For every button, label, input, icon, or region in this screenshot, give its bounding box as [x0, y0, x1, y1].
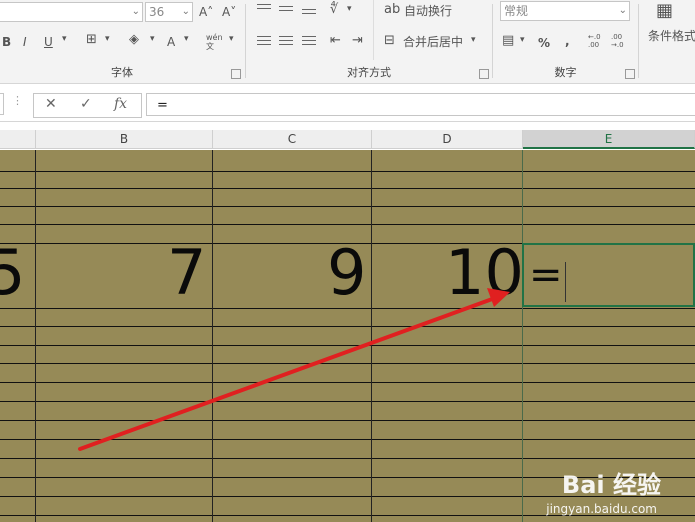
cell-a5-partial[interactable]: 5: [0, 242, 25, 304]
conditional-format-icon[interactable]: ▦: [656, 0, 673, 21]
row-gridline: [0, 458, 695, 459]
wrap-text-icon[interactable]: ab: [384, 2, 400, 17]
chevron-down-icon[interactable]: ▾: [347, 4, 352, 14]
chevron-down-icon[interactable]: ▾: [520, 35, 525, 45]
watermark-brand: Bai 经验: [561, 471, 661, 499]
fill-color-icon[interactable]: ◈: [129, 32, 139, 47]
row-gridline: [0, 326, 695, 327]
chevron-down-icon: ⌄: [181, 6, 190, 17]
font-size-dropdown[interactable]: 36 ⌄: [145, 2, 193, 22]
font-name-dropdown[interactable]: ⌄: [0, 2, 143, 22]
alignment-group-title: 对齐方式: [347, 66, 391, 79]
number-group-title: 数字: [554, 66, 577, 79]
chevron-down-icon[interactable]: ▾: [184, 34, 189, 44]
bold-button[interactable]: B: [2, 34, 11, 50]
align-right-icon[interactable]: [302, 36, 316, 48]
percent-button[interactable]: %: [538, 35, 550, 51]
column-header-a[interactable]: [0, 130, 36, 149]
italic-button[interactable]: I: [23, 34, 27, 50]
shrink-font-button[interactable]: A˅: [222, 4, 236, 20]
row-gridline: [0, 401, 695, 402]
font-size-value: 36: [149, 5, 165, 19]
chevron-down-icon[interactable]: ▾: [471, 35, 476, 45]
formula-buttons: ✕ ✓ fx: [33, 93, 142, 118]
active-cell-e5[interactable]: [522, 243, 695, 307]
chevron-down-icon[interactable]: ▾: [105, 34, 110, 44]
chevron-down-icon[interactable]: ▾: [62, 34, 67, 44]
row-gridline: [0, 188, 695, 189]
comma-button[interactable]: ,: [565, 33, 570, 49]
number-group: 常规 ⌄ ▤ ▾ % , ←.0 .00 .00 →.0 数字: [493, 0, 638, 83]
chevron-down-icon[interactable]: ▾: [150, 34, 155, 44]
row-gridline: [0, 382, 695, 383]
conditional-format-button[interactable]: 条件格式: [648, 28, 695, 44]
row-gridline: [0, 224, 695, 225]
row-gridline: [0, 363, 695, 364]
formula-input[interactable]: =: [146, 93, 695, 116]
increase-decimal-button[interactable]: ←.0 .00: [588, 33, 606, 49]
column-header-c[interactable]: C: [213, 130, 372, 149]
column-gridline: [522, 150, 523, 522]
column-header-e[interactable]: E: [523, 130, 695, 149]
currency-icon[interactable]: ▤: [502, 33, 514, 48]
increase-indent-icon[interactable]: ⇥: [352, 33, 363, 48]
merge-center-icon[interactable]: ⊟: [384, 33, 395, 48]
column-gridline: [35, 150, 36, 522]
row-gridline: [0, 171, 695, 172]
watermark-url: jingyan.baidu.com: [546, 502, 657, 516]
chevron-down-icon: ⌄: [618, 5, 627, 16]
insert-function-icon[interactable]: fx: [114, 96, 127, 112]
orientation-icon[interactable]: ∜: [330, 2, 338, 17]
cell-d5[interactable]: 10: [445, 242, 524, 304]
number-dialog-launcher-icon[interactable]: [625, 69, 635, 79]
grow-font-button[interactable]: A˄: [199, 4, 213, 20]
formula-bar: ⋮ ✕ ✓ fx =: [0, 84, 695, 122]
number-format-dropdown[interactable]: 常规 ⌄: [500, 1, 630, 21]
align-left-icon[interactable]: [257, 36, 271, 48]
number-format-value: 常规: [504, 4, 529, 18]
chevron-down-icon[interactable]: ▾: [229, 34, 234, 44]
row-gridline: [0, 420, 695, 421]
row-gridline: [0, 206, 695, 207]
font-group-title: 字体: [111, 66, 133, 79]
phonetic-button[interactable]: wén 文: [206, 33, 230, 51]
row-gridline: [0, 439, 695, 440]
font-dialog-launcher-icon[interactable]: [231, 69, 241, 79]
cell-c5[interactable]: 9: [327, 242, 366, 304]
decrease-indent-icon[interactable]: ⇤: [330, 33, 341, 48]
more-icon[interactable]: ⋮: [12, 94, 23, 107]
row-gridline: [0, 345, 695, 346]
cancel-icon[interactable]: ✕: [45, 96, 57, 112]
align-center-icon[interactable]: [279, 36, 293, 48]
column-gridline: [212, 150, 213, 522]
cell-b5[interactable]: 7: [167, 242, 206, 304]
enter-icon[interactable]: ✓: [80, 96, 92, 112]
decrease-decimal-button[interactable]: .00 →.0: [611, 33, 629, 49]
column-header-d[interactable]: D: [372, 130, 523, 149]
align-middle-icon[interactable]: [279, 6, 293, 18]
font-group: ⌄ 36 ⌄ A˄ A˅ B I U ▾ ⊞ ▾ ◈ ▾ A ▾ wén 文 ▾ …: [0, 0, 244, 83]
text-cursor: [565, 262, 566, 302]
wrap-text-button[interactable]: 自动换行: [404, 3, 452, 19]
column-gridline: [371, 150, 372, 522]
align-bottom-icon[interactable]: [302, 9, 316, 21]
column-header-b[interactable]: B: [36, 130, 213, 149]
align-top-icon[interactable]: [257, 4, 271, 16]
alignment-dialog-launcher-icon[interactable]: [479, 69, 489, 79]
name-box[interactable]: [0, 93, 4, 115]
chevron-down-icon: ⌄: [131, 6, 140, 17]
merge-center-button[interactable]: 合并后居中: [403, 34, 463, 50]
font-color-button[interactable]: A: [167, 34, 175, 50]
border-icon[interactable]: ⊞: [86, 32, 97, 47]
alignment-group: ∜ ▾ ab 自动换行 ⇤ ⇥ ⊟ 合并后居中 ▾ 对齐方式: [246, 0, 492, 83]
ribbon-separator: [373, 0, 374, 60]
ribbon: ⌄ 36 ⌄ A˄ A˅ B I U ▾ ⊞ ▾ ◈ ▾ A ▾ wén 文 ▾ …: [0, 0, 695, 84]
underline-button[interactable]: U: [44, 34, 53, 50]
styles-group: ▦ 条件格式: [639, 0, 695, 83]
